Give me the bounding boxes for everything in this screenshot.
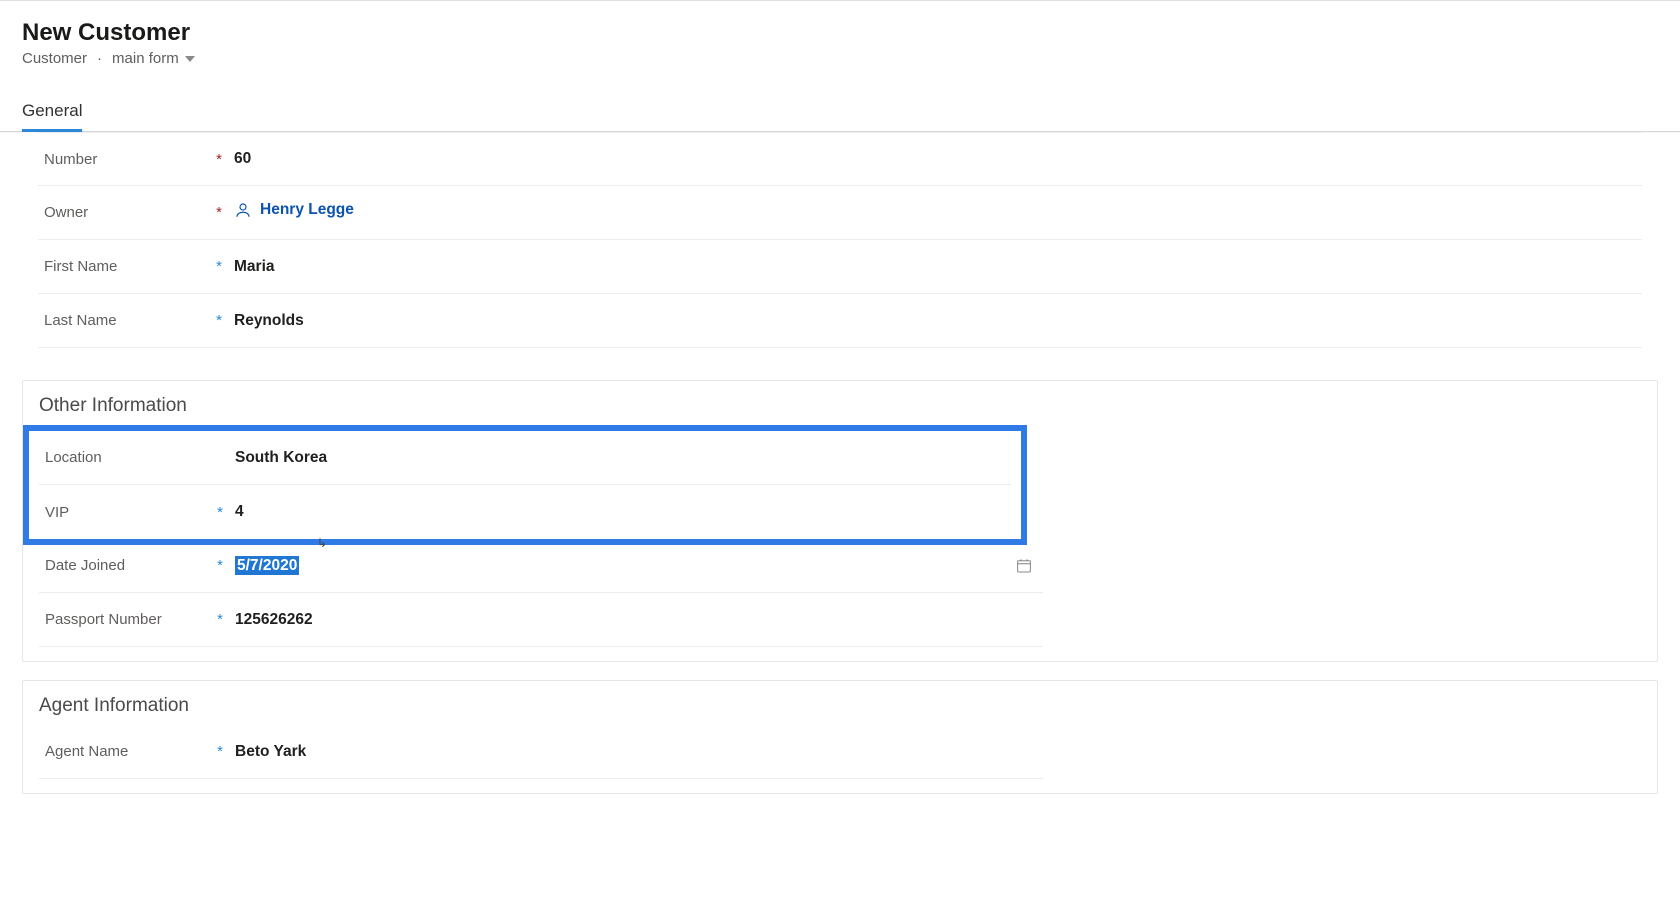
recommended-indicator: * (211, 743, 229, 760)
form-name-label: main form (112, 50, 179, 67)
cursor-icon: ↳ (317, 536, 327, 550)
section-basic: Number * 60 Owner * Henry Legge (22, 132, 1658, 362)
field-value[interactable]: Henry Legge (228, 201, 1642, 224)
owner-name: Henry Legge (260, 201, 354, 219)
section-title: Agent Information (23, 681, 1027, 725)
field-label: Date Joined (39, 557, 211, 574)
field-value[interactable]: 4 (229, 503, 1011, 521)
field-value[interactable]: 125626262 (229, 611, 1043, 629)
calendar-icon[interactable] (1015, 557, 1033, 575)
recommended-indicator: * (210, 258, 228, 275)
breadcrumb: Customer · main form (22, 50, 1658, 67)
field-value[interactable]: 5/7/2020 (229, 557, 1043, 575)
entity-name: Customer (22, 50, 87, 67)
field-label: First Name (38, 258, 210, 275)
form-body: Number * 60 Owner * Henry Legge (0, 132, 1680, 879)
field-last-name[interactable]: Last Name * Reynolds (38, 294, 1642, 348)
customer-form-page: New Customer Customer · main form Genera… (0, 0, 1680, 898)
annotation-highlight-box: Location South Korea VIP * 4 (23, 425, 1027, 545)
field-number[interactable]: Number * 60 (38, 132, 1642, 186)
field-label: Number (38, 151, 210, 168)
person-icon (234, 201, 252, 219)
section-other-information: Other Information Location South Korea V… (22, 380, 1658, 662)
field-value[interactable]: Maria (228, 258, 1642, 276)
page-title: New Customer (22, 17, 1658, 48)
field-value[interactable]: Reynolds (228, 312, 1642, 330)
field-label: VIP (39, 504, 211, 521)
owner-lookup-link[interactable]: Henry Legge (234, 201, 354, 219)
section-title: Other Information (23, 381, 1027, 425)
form-selector[interactable]: main form (112, 50, 195, 67)
recommended-indicator: * (211, 504, 229, 521)
date-selected-text[interactable]: 5/7/2020 (235, 556, 299, 575)
tab-general[interactable]: General (22, 95, 82, 131)
form-header: New Customer Customer · main form (0, 1, 1680, 67)
field-label: Agent Name (39, 743, 211, 760)
field-value[interactable]: Beto Yark (229, 743, 1043, 761)
field-agent-name[interactable]: Agent Name * Beto Yark (39, 725, 1043, 779)
recommended-indicator: * (210, 312, 228, 329)
field-label: Passport Number (39, 611, 211, 628)
breadcrumb-separator: · (97, 50, 102, 67)
field-location[interactable]: Location South Korea (39, 431, 1011, 485)
field-owner[interactable]: Owner * Henry Legge (38, 186, 1642, 240)
recommended-indicator: * (211, 611, 229, 628)
recommended-indicator: * (211, 557, 229, 574)
field-label: Location (39, 449, 211, 466)
field-first-name[interactable]: First Name * Maria (38, 240, 1642, 294)
chevron-down-icon (185, 56, 195, 62)
field-vip[interactable]: VIP * 4 (39, 485, 1011, 539)
required-indicator: * (210, 204, 228, 221)
section-agent-information: Agent Information Agent Name * Beto Yark (22, 680, 1658, 794)
tab-bar: General (0, 95, 1680, 132)
field-passport-number[interactable]: Passport Number * 125626262 (39, 593, 1043, 647)
required-indicator: * (210, 151, 228, 168)
field-label: Last Name (38, 312, 210, 329)
field-label: Owner (38, 204, 210, 221)
field-value[interactable]: 60 (228, 150, 1642, 168)
field-date-joined[interactable]: ↳ Date Joined * 5/7/2020 (39, 539, 1043, 593)
field-value[interactable]: South Korea (229, 449, 1011, 467)
